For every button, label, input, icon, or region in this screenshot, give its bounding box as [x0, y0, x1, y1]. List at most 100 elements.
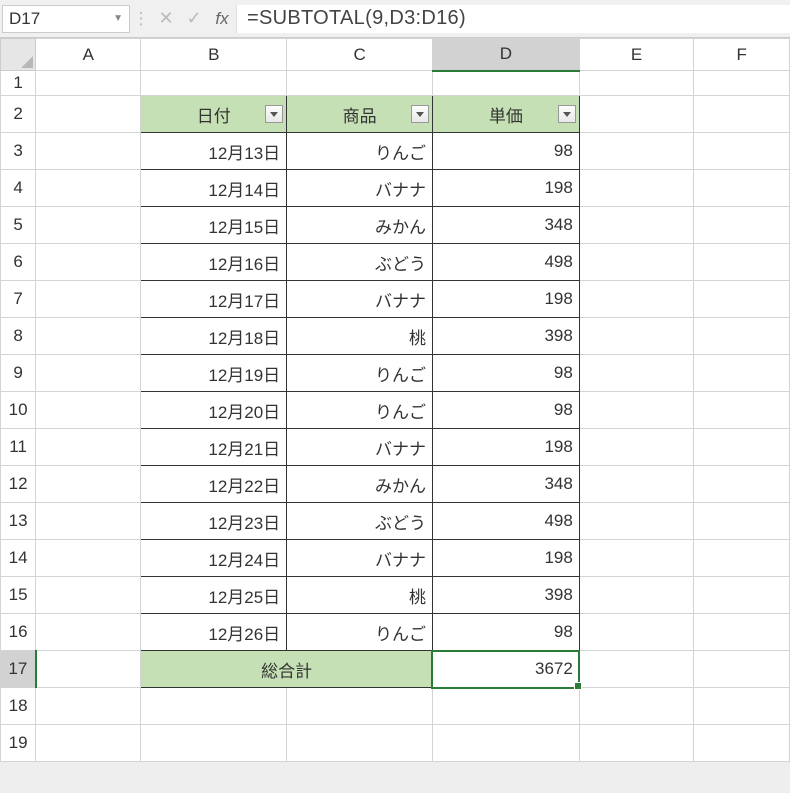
row-header[interactable]: 6	[1, 244, 36, 281]
cell-date[interactable]: 12月21日	[141, 429, 287, 466]
filter-button[interactable]	[558, 105, 576, 123]
cell-date[interactable]: 12月15日	[141, 207, 287, 244]
col-header-f[interactable]: F	[694, 39, 790, 71]
row-header[interactable]: 18	[1, 688, 36, 725]
cell[interactable]	[579, 318, 694, 355]
col-header-a[interactable]: A	[36, 39, 141, 71]
cell-product[interactable]: 桃	[287, 577, 433, 614]
cell[interactable]	[432, 688, 579, 725]
cell[interactable]	[36, 503, 141, 540]
cell-date[interactable]: 12月14日	[141, 170, 287, 207]
row-header[interactable]: 8	[1, 318, 36, 355]
cell-product[interactable]: みかん	[287, 466, 433, 503]
row-header[interactable]: 10	[1, 392, 36, 429]
cell-price[interactable]: 198	[432, 429, 579, 466]
cell[interactable]	[694, 318, 790, 355]
cell[interactable]	[36, 540, 141, 577]
cell-product[interactable]: りんご	[287, 614, 433, 651]
filter-button[interactable]	[265, 105, 283, 123]
cell[interactable]	[579, 281, 694, 318]
cell[interactable]	[694, 651, 790, 688]
accept-icon[interactable]: ✓	[180, 8, 208, 29]
row-header[interactable]: 13	[1, 503, 36, 540]
cell-date[interactable]: 12月25日	[141, 577, 287, 614]
cell-price[interactable]: 348	[432, 207, 579, 244]
row-header[interactable]: 9	[1, 355, 36, 392]
row-header[interactable]: 5	[1, 207, 36, 244]
cell[interactable]	[579, 207, 694, 244]
name-box[interactable]: D17 ▼	[2, 5, 130, 33]
row-header[interactable]: 15	[1, 577, 36, 614]
cell-date[interactable]: 12月24日	[141, 540, 287, 577]
cell[interactable]	[36, 96, 141, 133]
cell-product[interactable]: りんご	[287, 355, 433, 392]
cell[interactable]	[694, 170, 790, 207]
cell[interactable]	[694, 688, 790, 725]
cell[interactable]	[579, 71, 694, 96]
select-all-corner[interactable]	[1, 39, 36, 71]
cell-price[interactable]: 498	[432, 244, 579, 281]
cell-price[interactable]: 98	[432, 355, 579, 392]
row-header[interactable]: 12	[1, 466, 36, 503]
col-header-c[interactable]: C	[287, 39, 433, 71]
cell[interactable]	[694, 244, 790, 281]
table-header-price[interactable]: 単価	[432, 96, 579, 133]
cell-price[interactable]: 198	[432, 540, 579, 577]
cell-product[interactable]: バナナ	[287, 540, 433, 577]
row-header[interactable]: 17	[1, 651, 36, 688]
row-header[interactable]: 14	[1, 540, 36, 577]
cell-product[interactable]: バナナ	[287, 429, 433, 466]
cell[interactable]	[36, 429, 141, 466]
cell-date[interactable]: 12月17日	[141, 281, 287, 318]
cancel-icon[interactable]: ✕	[152, 8, 180, 29]
cell-product[interactable]: りんご	[287, 392, 433, 429]
cell[interactable]	[36, 133, 141, 170]
cell[interactable]	[432, 725, 579, 762]
cell-date[interactable]: 12月19日	[141, 355, 287, 392]
cell-date[interactable]: 12月16日	[141, 244, 287, 281]
cell[interactable]	[36, 281, 141, 318]
filter-button[interactable]	[411, 105, 429, 123]
cell[interactable]	[694, 392, 790, 429]
col-header-d[interactable]: D	[432, 39, 579, 71]
cell[interactable]	[141, 688, 287, 725]
chevron-down-icon[interactable]: ▼	[113, 13, 123, 24]
row-header[interactable]: 2	[1, 96, 36, 133]
cell[interactable]	[36, 170, 141, 207]
cell[interactable]	[579, 244, 694, 281]
total-value-cell[interactable]: 3672	[432, 651, 579, 688]
cell[interactable]	[579, 577, 694, 614]
cell[interactable]	[694, 207, 790, 244]
cell-product[interactable]: ぶどう	[287, 503, 433, 540]
cell-date[interactable]: 12月20日	[141, 392, 287, 429]
cell-price[interactable]: 498	[432, 503, 579, 540]
cell-date[interactable]: 12月26日	[141, 614, 287, 651]
cell[interactable]	[579, 392, 694, 429]
cell-product[interactable]: バナナ	[287, 281, 433, 318]
cell[interactable]	[287, 71, 433, 96]
cell[interactable]	[432, 71, 579, 96]
cell-price[interactable]: 348	[432, 466, 579, 503]
cell-price[interactable]: 98	[432, 133, 579, 170]
table-header-date[interactable]: 日付	[141, 96, 287, 133]
cell-date[interactable]: 12月22日	[141, 466, 287, 503]
cell-price[interactable]: 98	[432, 614, 579, 651]
col-header-e[interactable]: E	[579, 39, 694, 71]
cell[interactable]	[36, 614, 141, 651]
cell-price[interactable]: 198	[432, 281, 579, 318]
cell[interactable]	[36, 466, 141, 503]
cell-date[interactable]: 12月18日	[141, 318, 287, 355]
cell[interactable]	[694, 355, 790, 392]
cell[interactable]	[36, 355, 141, 392]
cell[interactable]	[579, 355, 694, 392]
cell-price[interactable]: 398	[432, 318, 579, 355]
cell[interactable]	[36, 651, 141, 688]
cell[interactable]	[694, 540, 790, 577]
cell[interactable]	[36, 207, 141, 244]
total-label-cell[interactable]: 総合計	[141, 651, 433, 688]
cell-product[interactable]: ぶどう	[287, 244, 433, 281]
cell[interactable]	[579, 133, 694, 170]
cell-product[interactable]: みかん	[287, 207, 433, 244]
cell[interactable]	[694, 96, 790, 133]
spreadsheet-grid[interactable]: A B C D E F 1 2 日付 商品 単価 312月13日りんご98 41…	[0, 38, 790, 762]
